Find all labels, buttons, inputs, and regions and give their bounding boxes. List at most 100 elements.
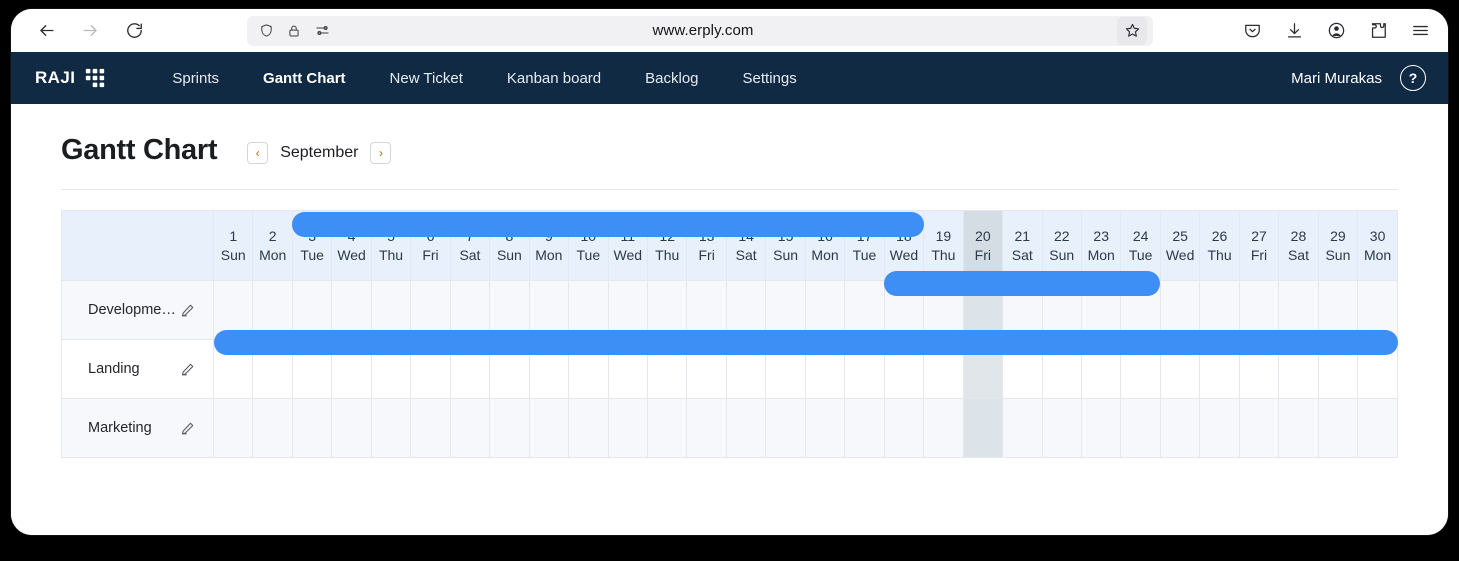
gantt-cell[interactable] xyxy=(489,339,530,399)
gantt-cell[interactable] xyxy=(765,339,806,399)
gantt-cell[interactable] xyxy=(1080,339,1122,399)
gantt-cell[interactable] xyxy=(568,280,609,340)
gantt-cell[interactable] xyxy=(331,339,372,399)
gantt-cell[interactable] xyxy=(252,280,293,340)
gantt-cell[interactable] xyxy=(804,339,846,399)
gantt-cell[interactable] xyxy=(725,339,767,399)
gantt-cell[interactable] xyxy=(646,398,688,458)
pencil-edit-icon[interactable] xyxy=(180,303,195,318)
nav-link-kanban-board[interactable]: Kanban board xyxy=(485,70,623,87)
gantt-cell[interactable] xyxy=(370,339,412,399)
gantt-cell[interactable] xyxy=(765,398,806,458)
gantt-cell[interactable] xyxy=(804,398,846,458)
nav-link-sprints[interactable]: Sprints xyxy=(150,70,241,87)
gantt-cell[interactable] xyxy=(607,398,648,458)
address-bar[interactable]: www.erply.com xyxy=(247,15,1153,46)
gantt-cell[interactable] xyxy=(410,280,451,340)
gantt-cell[interactable] xyxy=(844,398,885,458)
gantt-cell[interactable] xyxy=(1120,280,1161,340)
hamburger-menu-icon[interactable] xyxy=(1410,21,1430,41)
save-to-pocket-icon[interactable] xyxy=(1242,21,1262,41)
gantt-cell[interactable] xyxy=(1317,280,1359,340)
gantt-cell[interactable] xyxy=(1199,339,1240,399)
pencil-edit-icon[interactable] xyxy=(180,421,195,436)
gantt-cell[interactable] xyxy=(1357,339,1398,399)
gantt-cell[interactable] xyxy=(844,339,885,399)
chevron-left-icon[interactable]: ‹ xyxy=(247,141,269,164)
gantt-cell[interactable] xyxy=(1041,280,1082,340)
gantt-cell[interactable] xyxy=(489,398,530,458)
help-circle-icon[interactable]: ? xyxy=(1400,65,1426,91)
gantt-cell[interactable] xyxy=(1002,398,1043,458)
user-name[interactable]: Mari Murakas xyxy=(1291,70,1382,87)
gantt-cell[interactable] xyxy=(686,398,727,458)
gantt-cell[interactable] xyxy=(1199,280,1240,340)
chevron-right-icon[interactable]: › xyxy=(370,141,392,164)
gantt-cell[interactable] xyxy=(1080,398,1122,458)
gantt-cell[interactable] xyxy=(528,339,570,399)
gantt-cell[interactable] xyxy=(607,339,648,399)
gantt-cell[interactable] xyxy=(1159,280,1201,340)
nav-link-backlog[interactable]: Backlog xyxy=(623,70,720,87)
gantt-cell[interactable] xyxy=(962,280,1004,340)
gantt-cell[interactable] xyxy=(1238,339,1280,399)
gantt-cell[interactable] xyxy=(212,280,254,340)
brand-logo[interactable]: RAJI xyxy=(35,67,106,89)
gantt-cell[interactable] xyxy=(686,280,727,340)
gantt-cell[interactable] xyxy=(370,398,412,458)
nav-link-settings[interactable]: Settings xyxy=(721,70,819,87)
gantt-cell[interactable] xyxy=(1278,339,1319,399)
gantt-cell[interactable] xyxy=(528,280,570,340)
gantt-cell[interactable] xyxy=(1238,398,1280,458)
gantt-cell[interactable] xyxy=(883,398,925,458)
reload-icon[interactable] xyxy=(123,20,145,42)
gantt-cell[interactable] xyxy=(489,280,530,340)
extensions-icon[interactable] xyxy=(1368,21,1388,41)
gantt-cell[interactable] xyxy=(1041,398,1082,458)
gantt-cell[interactable] xyxy=(449,339,491,399)
gantt-cell[interactable] xyxy=(252,398,293,458)
back-arrow-icon[interactable] xyxy=(35,20,57,42)
gantt-cell[interactable] xyxy=(212,339,254,399)
gantt-cell[interactable] xyxy=(331,398,372,458)
gantt-cell[interactable] xyxy=(1238,280,1280,340)
gantt-cell[interactable] xyxy=(1159,398,1201,458)
nav-link-gantt-chart[interactable]: Gantt Chart xyxy=(241,70,368,87)
gantt-cell[interactable] xyxy=(923,280,964,340)
gantt-cell[interactable] xyxy=(568,339,609,399)
gantt-cell[interactable] xyxy=(1278,398,1319,458)
gantt-cell[interactable] xyxy=(331,280,372,340)
gantt-cell[interactable] xyxy=(1317,398,1359,458)
gantt-cell[interactable] xyxy=(725,280,767,340)
gantt-cell[interactable] xyxy=(1278,280,1319,340)
gantt-cell[interactable] xyxy=(1002,280,1043,340)
pencil-edit-icon[interactable] xyxy=(180,362,195,377)
gantt-cell[interactable] xyxy=(923,339,964,399)
gantt-cell[interactable] xyxy=(252,339,293,399)
nav-link-new-ticket[interactable]: New Ticket xyxy=(368,70,485,87)
gantt-cell[interactable] xyxy=(883,280,925,340)
gantt-cell[interactable] xyxy=(1080,280,1122,340)
gantt-cell[interactable] xyxy=(410,398,451,458)
gantt-cell[interactable] xyxy=(1041,339,1082,399)
gantt-cell[interactable] xyxy=(883,339,925,399)
gantt-cell[interactable] xyxy=(449,398,491,458)
gantt-cell[interactable] xyxy=(804,280,846,340)
gantt-cell[interactable] xyxy=(568,398,609,458)
account-icon[interactable] xyxy=(1326,21,1346,41)
gantt-cell[interactable] xyxy=(1357,280,1398,340)
gantt-cell[interactable] xyxy=(962,398,1004,458)
gantt-cell[interactable] xyxy=(1199,398,1240,458)
forward-arrow-icon[interactable] xyxy=(79,20,101,42)
gantt-cell[interactable] xyxy=(646,339,688,399)
gantt-cell[interactable] xyxy=(923,398,964,458)
star-icon[interactable] xyxy=(1117,16,1147,45)
gantt-cell[interactable] xyxy=(291,398,333,458)
gantt-cell[interactable] xyxy=(370,280,412,340)
gantt-cell[interactable] xyxy=(291,280,333,340)
gantt-cell[interactable] xyxy=(1120,339,1161,399)
gantt-cell[interactable] xyxy=(646,280,688,340)
gantt-cell[interactable] xyxy=(686,339,727,399)
gantt-cell[interactable] xyxy=(528,398,570,458)
gantt-cell[interactable] xyxy=(1159,339,1201,399)
